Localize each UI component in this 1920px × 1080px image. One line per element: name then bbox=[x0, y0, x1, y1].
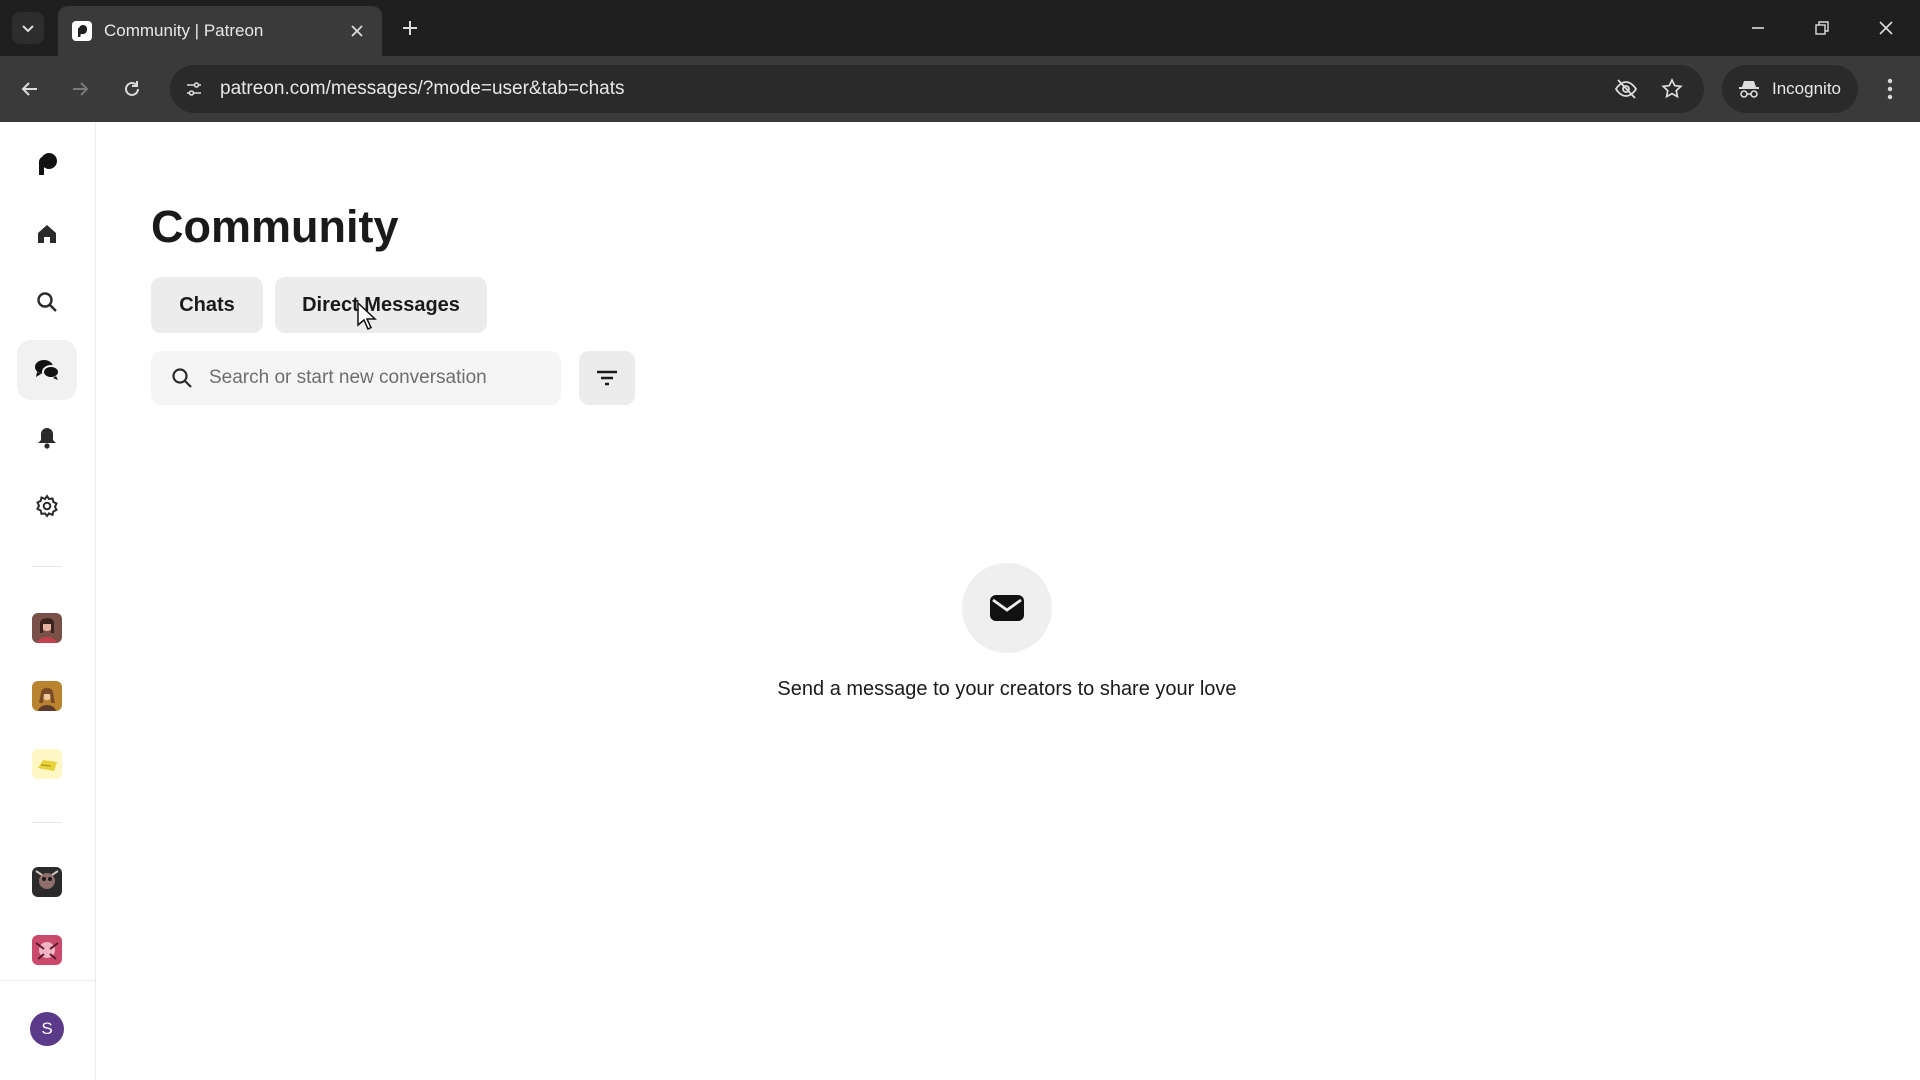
forward-icon[interactable] bbox=[64, 73, 96, 105]
chat-bubbles-icon bbox=[35, 360, 60, 380]
user-menu[interactable]: S bbox=[17, 999, 77, 1059]
patreon-logo-icon[interactable] bbox=[17, 134, 77, 194]
browser-tab[interactable]: Community | Patreon bbox=[58, 6, 382, 56]
back-icon[interactable] bbox=[14, 73, 46, 105]
new-tab-icon[interactable] bbox=[396, 14, 424, 42]
empty-state-message: Send a message to your creators to share… bbox=[777, 678, 1237, 700]
tab-title: Community | Patreon bbox=[104, 21, 264, 40]
browser-titlebar: Community | Patreon bbox=[0, 0, 1920, 56]
tab-direct-messages[interactable]: Direct Messages bbox=[275, 277, 487, 333]
tab-chats[interactable]: Chats bbox=[151, 277, 263, 333]
creator-avatar-1 bbox=[32, 613, 62, 643]
creator-avatar-5 bbox=[32, 935, 62, 965]
sidebar-divider bbox=[32, 566, 62, 567]
incognito-icon bbox=[1739, 81, 1759, 98]
sidebar-item-search[interactable] bbox=[17, 272, 77, 332]
bell-icon bbox=[38, 428, 56, 449]
browser-menu-icon[interactable] bbox=[1874, 73, 1906, 105]
tab-search-button[interactable] bbox=[12, 12, 44, 44]
search-input[interactable] bbox=[209, 367, 539, 389]
url-text: patreon.com/messages/?mode=user&tab=chat… bbox=[220, 78, 625, 99]
site-settings-icon[interactable] bbox=[178, 73, 210, 105]
restore-icon[interactable] bbox=[1808, 14, 1836, 42]
home-icon bbox=[38, 225, 56, 243]
patreon-favicon-icon bbox=[72, 21, 92, 41]
search-icon bbox=[37, 292, 57, 312]
sidebar-bottom-divider bbox=[0, 980, 95, 981]
creator-avatar-2 bbox=[32, 681, 62, 711]
sidebar-divider bbox=[32, 822, 62, 823]
close-window-icon[interactable] bbox=[1872, 14, 1900, 42]
avatar: S bbox=[30, 1012, 64, 1046]
sidebar-item-community[interactable] bbox=[17, 340, 77, 400]
browser-toolbar: patreon.com/messages/?mode=user&tab=chat… bbox=[0, 56, 1920, 122]
close-tab-icon[interactable] bbox=[346, 20, 368, 42]
creator-avatar-4 bbox=[32, 867, 62, 897]
sidebar-creator-4[interactable] bbox=[17, 852, 77, 912]
sidebar-item-notifications[interactable] bbox=[17, 408, 77, 468]
mouse-cursor-icon bbox=[357, 302, 377, 330]
sidebar-creator-5[interactable] bbox=[17, 920, 77, 980]
minimize-icon[interactable] bbox=[1744, 14, 1772, 42]
page-title: Community bbox=[151, 201, 399, 252]
envelope-icon bbox=[962, 563, 1052, 653]
incognito-label: Incognito bbox=[1772, 79, 1841, 98]
search-field[interactable] bbox=[151, 351, 561, 405]
address-bar[interactable]: patreon.com/messages/?mode=user&tab=chat… bbox=[170, 65, 1704, 113]
creator-avatar-3 bbox=[32, 749, 62, 779]
sidebar-item-home[interactable] bbox=[17, 204, 77, 264]
filter-button[interactable] bbox=[579, 351, 635, 405]
gear-icon bbox=[36, 494, 58, 518]
filter-icon bbox=[597, 370, 617, 386]
incognito-indicator[interactable]: Incognito bbox=[1722, 65, 1858, 113]
sidebar: S bbox=[0, 122, 96, 1080]
reload-icon[interactable] bbox=[116, 73, 148, 105]
bookmark-star-icon[interactable] bbox=[1658, 75, 1686, 103]
sidebar-creator-2[interactable] bbox=[17, 666, 77, 726]
search-icon bbox=[172, 368, 192, 388]
sidebar-item-settings[interactable] bbox=[17, 476, 77, 536]
chevron-down-icon bbox=[22, 25, 34, 33]
eye-off-icon[interactable] bbox=[1612, 75, 1640, 103]
sidebar-creator-3[interactable] bbox=[17, 734, 77, 794]
sidebar-creator-1[interactable] bbox=[17, 598, 77, 658]
